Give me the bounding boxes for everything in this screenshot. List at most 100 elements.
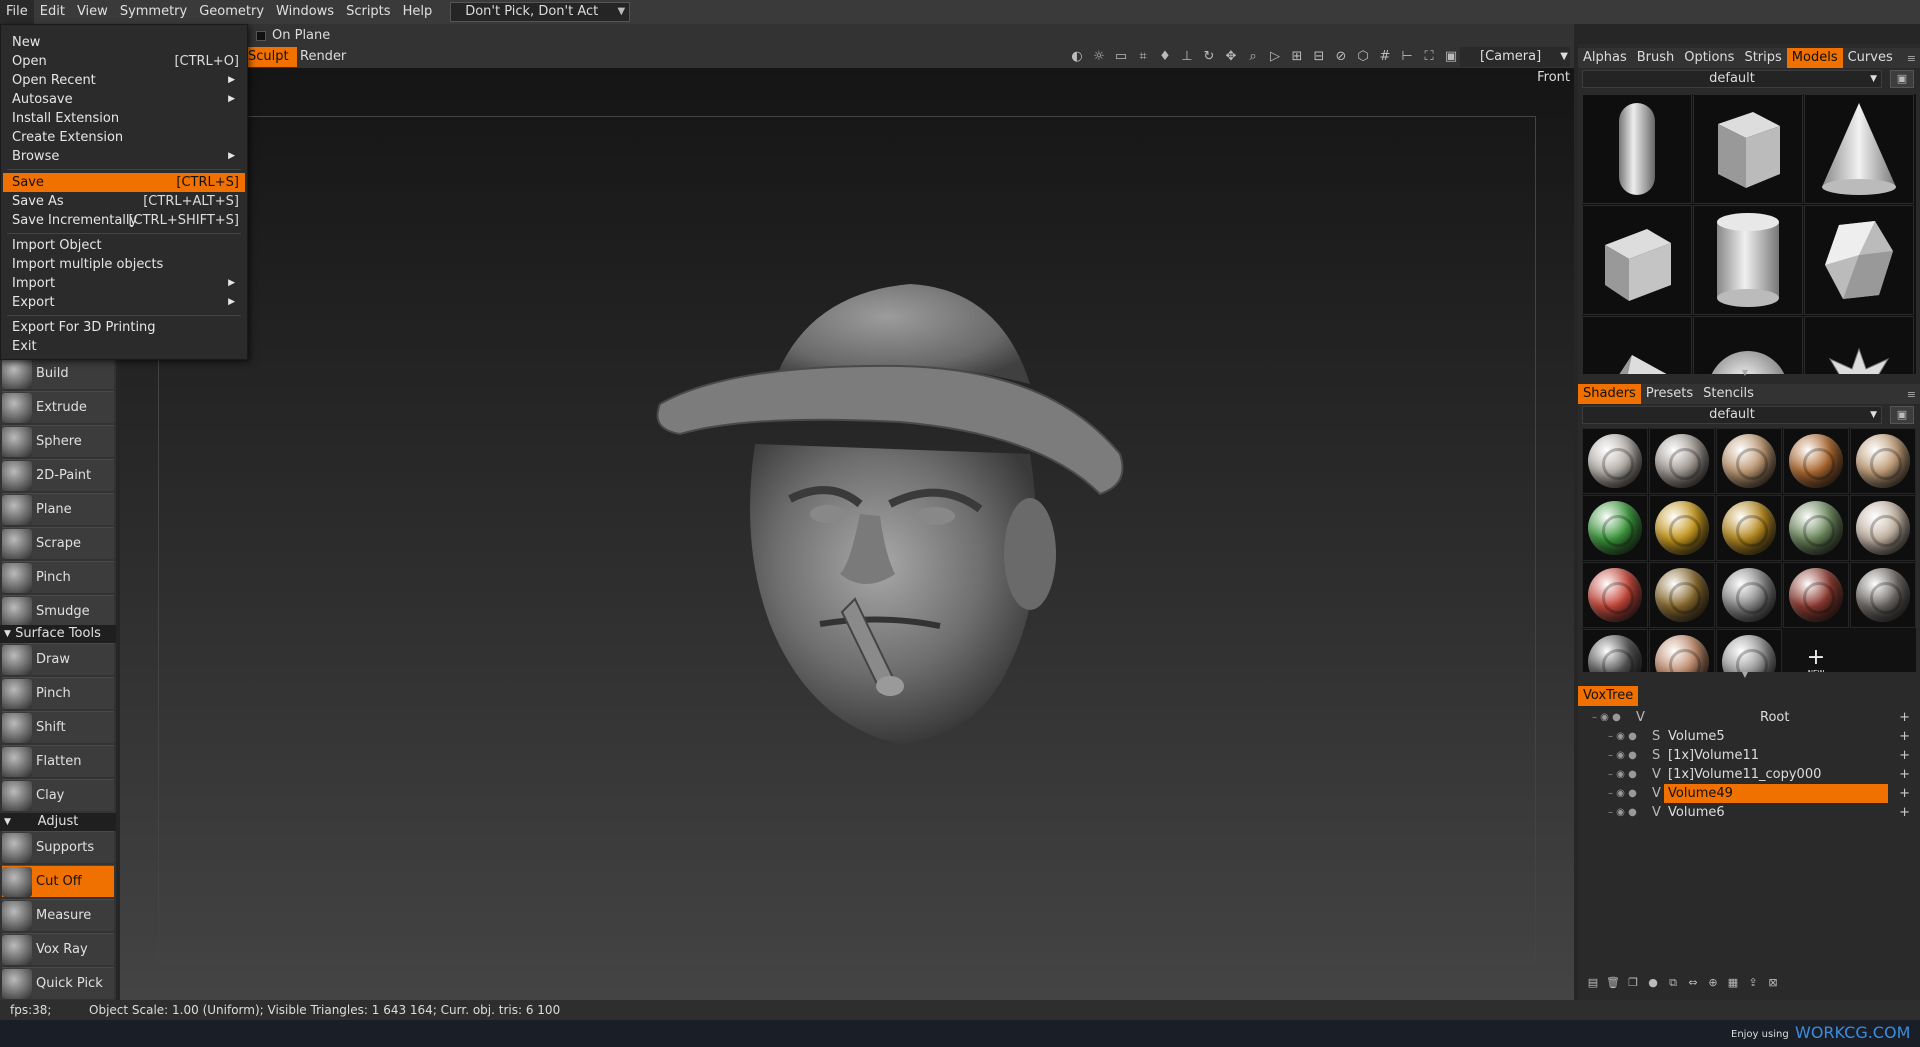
- zoom-icon[interactable]: ⌕: [1244, 48, 1262, 66]
- layer-name[interactable]: Volume5: [1664, 727, 1725, 746]
- merge-icon[interactable]: ⊕: [1706, 976, 1720, 990]
- section-surface-tools[interactable]: ▼ Surface Tools: [0, 625, 116, 643]
- layer-name[interactable]: [1x]Volume11: [1664, 746, 1759, 765]
- voxtree-item[interactable]: – ◉ ● V Volume49 +: [1582, 784, 1916, 803]
- shader-swatch[interactable]: [1582, 428, 1648, 494]
- menu-item-install-extension[interactable]: Install Extension: [3, 109, 245, 128]
- models-preset-select[interactable]: default ▼: [1582, 70, 1882, 88]
- menu-item-exit[interactable]: Exit: [3, 337, 245, 356]
- model-polyhedron[interactable]: [1582, 316, 1692, 374]
- menu-item-export[interactable]: Export ▶: [3, 293, 245, 312]
- menu-item-save-incrementally[interactable]: Save Incrementally [CTRL+SHIFT+S]: [3, 211, 245, 230]
- split-icon[interactable]: ⇔: [1686, 976, 1700, 990]
- menu-help[interactable]: Help: [397, 0, 439, 24]
- menu-item-save-as[interactable]: Save As [CTRL+ALT+S]: [3, 192, 245, 211]
- model-capsule[interactable]: [1582, 94, 1692, 204]
- shader-swatch[interactable]: [1582, 562, 1648, 628]
- shader-swatch[interactable]: [1783, 495, 1849, 561]
- menu-windows[interactable]: Windows: [270, 0, 340, 24]
- shader-swatch[interactable]: [1716, 428, 1782, 494]
- cube-icon[interactable]: ⬡: [1354, 48, 1372, 66]
- axis-icon[interactable]: ⊢: [1398, 48, 1416, 66]
- fit-selected-icon[interactable]: ⊟: [1310, 48, 1328, 66]
- model-sphere[interactable]: [1693, 316, 1803, 374]
- shaders-preset-select[interactable]: default ▼: [1582, 406, 1882, 424]
- shader-swatch[interactable]: [1649, 562, 1715, 628]
- add-child-icon[interactable]: +: [1899, 727, 1910, 746]
- menu-item-open-recent[interactable]: Open Recent ▶: [3, 71, 245, 90]
- frame-icon[interactable]: ⛶: [1420, 48, 1438, 66]
- model-cylinder[interactable]: [1693, 205, 1803, 315]
- menu-item-export-3d-printing[interactable]: Export For 3D Printing: [3, 318, 245, 337]
- tool-plane[interactable]: Plane: [2, 493, 114, 525]
- tab-brush[interactable]: Brush: [1632, 48, 1680, 68]
- tool-cut-off[interactable]: Cut Off: [2, 865, 114, 897]
- play-icon[interactable]: ▷: [1266, 48, 1284, 66]
- shader-swatch[interactable]: [1783, 428, 1849, 494]
- 3d-viewport[interactable]: Front: [120, 68, 1574, 1000]
- shader-swatch[interactable]: [1850, 428, 1916, 494]
- sphere-icon[interactable]: ●: [1646, 976, 1660, 990]
- scroll-down-icon[interactable]: ▼: [1740, 671, 1750, 679]
- shader-swatch[interactable]: [1582, 629, 1648, 672]
- layer-name[interactable]: [1x]Volume11_copy000: [1664, 765, 1821, 784]
- tool-pinch[interactable]: Pinch: [2, 561, 114, 593]
- camera-select[interactable]: [Camera] ▼: [1460, 47, 1570, 67]
- tool-build[interactable]: Build: [2, 357, 114, 389]
- tool-smudge[interactable]: Smudge: [2, 595, 114, 627]
- model-box[interactable]: [1582, 205, 1692, 315]
- tool-sphere[interactable]: Sphere: [2, 425, 114, 457]
- menu-item-autosave[interactable]: Autosave ▶: [3, 90, 245, 109]
- tool-vox-ray[interactable]: Vox Ray: [2, 933, 114, 965]
- menu-edit[interactable]: Edit: [34, 0, 71, 24]
- grid-icon[interactable]: ▦: [1726, 976, 1740, 990]
- rotate-icon[interactable]: ↻: [1200, 48, 1218, 66]
- menu-file[interactable]: File: [0, 0, 34, 24]
- panel-menu-icon[interactable]: ≡: [1907, 52, 1916, 65]
- menu-item-browse[interactable]: Browse ▶: [3, 147, 245, 166]
- add-child-icon[interactable]: +: [1899, 803, 1910, 822]
- forbid-icon[interactable]: ⊘: [1332, 48, 1350, 66]
- checkbox-icon[interactable]: [256, 30, 266, 41]
- tab-presets[interactable]: Presets: [1641, 384, 1698, 404]
- delete-icon[interactable]: 🗑: [1606, 976, 1620, 990]
- tool-clay[interactable]: Clay: [2, 779, 114, 811]
- tool-quick-pick[interactable]: Quick Pick: [2, 967, 114, 999]
- tool-2d-paint[interactable]: 2D-Paint: [2, 459, 114, 491]
- voxtree-item[interactable]: – ◉ ● S [1x]Volume11 +: [1582, 746, 1916, 765]
- visibility-icon[interactable]: – ◉ ●: [1592, 708, 1621, 727]
- menu-item-import[interactable]: Import ▶: [3, 274, 245, 293]
- layer-name[interactable]: Volume6: [1664, 803, 1725, 822]
- image-icon[interactable]: ▭: [1112, 48, 1130, 66]
- model-cube[interactable]: [1693, 94, 1803, 204]
- visibility-icon[interactable]: – ◉ ●: [1608, 784, 1637, 803]
- tab-models[interactable]: Models: [1786, 48, 1843, 68]
- tab-stencils[interactable]: Stencils: [1698, 384, 1759, 404]
- add-child-icon[interactable]: +: [1899, 746, 1910, 765]
- shader-swatch[interactable]: [1582, 495, 1648, 561]
- wireframe-icon[interactable]: ⌗: [1134, 48, 1152, 66]
- menu-item-open[interactable]: Open [CTRL+O]: [3, 52, 245, 71]
- tool-flatten[interactable]: Flatten: [2, 745, 114, 777]
- model-cone[interactable]: [1804, 94, 1914, 204]
- layer-name[interactable]: Volume49: [1664, 784, 1888, 803]
- move-icon[interactable]: ✥: [1222, 48, 1240, 66]
- model-spiky[interactable]: [1804, 316, 1914, 374]
- visibility-icon[interactable]: – ◉ ●: [1608, 746, 1637, 765]
- visibility-icon[interactable]: – ◉ ●: [1608, 765, 1637, 784]
- tool-extrude[interactable]: Extrude: [2, 391, 114, 423]
- model-hexprism[interactable]: [1804, 205, 1914, 315]
- menu-item-import-object[interactable]: Import Object: [3, 236, 245, 255]
- menu-geometry[interactable]: Geometry: [193, 0, 270, 24]
- add-child-icon[interactable]: +: [1899, 765, 1910, 784]
- new-shader-button[interactable]: +NEW: [1783, 629, 1849, 673]
- panel-menu-icon[interactable]: ≡: [1907, 388, 1916, 401]
- voxtree-item[interactable]: – ◉ ● V [1x]Volume11_copy000 +: [1582, 765, 1916, 784]
- add-folder-icon[interactable]: ▣: [1890, 70, 1914, 88]
- tool-scrape[interactable]: Scrape: [2, 527, 114, 559]
- visibility-icon[interactable]: – ◉ ●: [1608, 803, 1637, 822]
- sculpt-model[interactable]: [650, 254, 1190, 794]
- add-child-icon[interactable]: +: [1899, 784, 1910, 803]
- tool-measure[interactable]: Measure: [2, 899, 114, 931]
- on-plane-toggle[interactable]: On Plane: [256, 28, 330, 43]
